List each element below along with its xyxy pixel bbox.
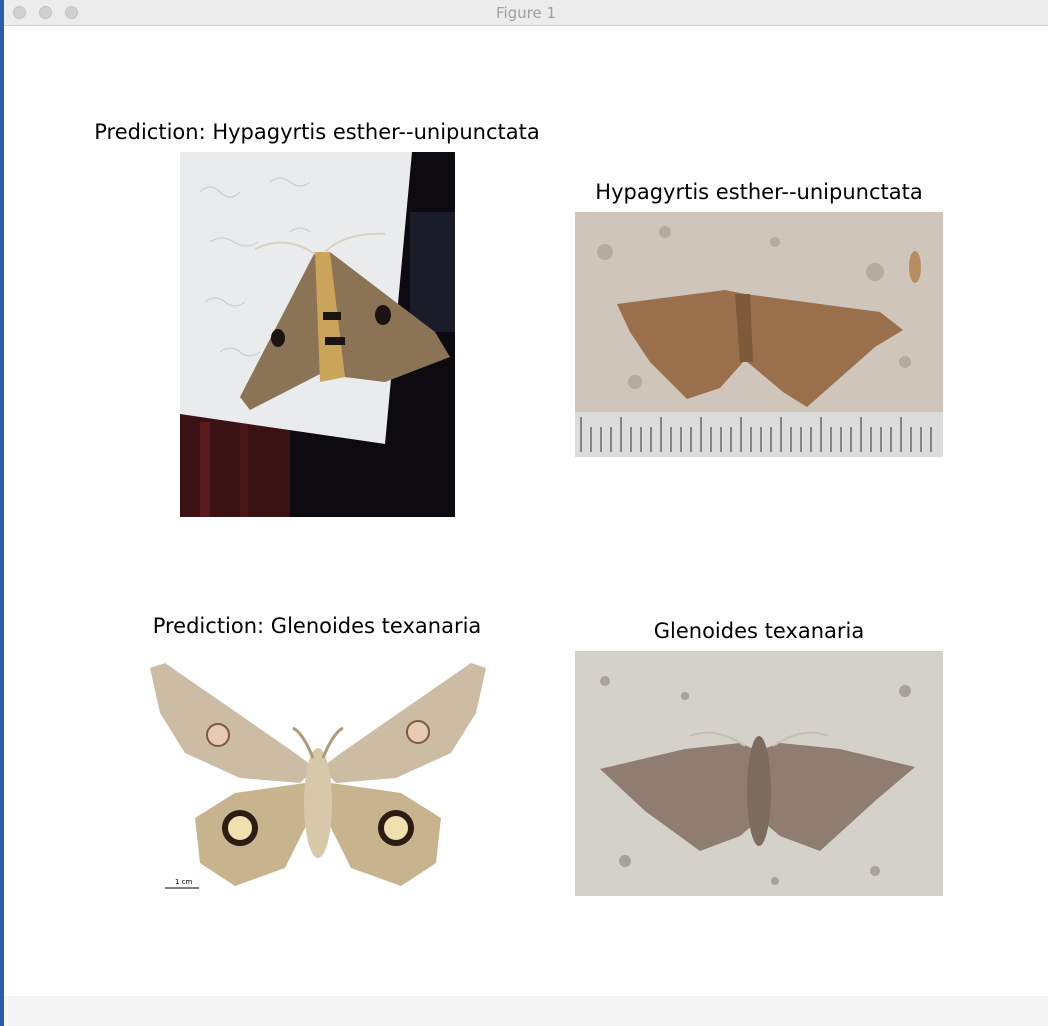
panel-1-title: Prediction: Hypagyrtis esther--unipuncta… (94, 120, 540, 144)
panel-4-image (575, 651, 943, 896)
title-bar[interactable]: Figure 1 (4, 0, 1048, 26)
figure-window: Figure 1 Prediction: Hypagyrtis esther--… (4, 0, 1048, 1026)
panel-3-image: 1 cm (145, 658, 491, 894)
window-title: Figure 1 (495, 4, 557, 22)
panel-3-title: Prediction: Glenoides texanaria (152, 614, 482, 638)
toolbar-area (4, 996, 1048, 1026)
panel-2-image (575, 212, 943, 457)
scale-bar-label: 1 cm (175, 878, 193, 886)
panel-1-image (180, 152, 455, 517)
panel-2-title: Hypagyrtis esther--unipunctata (595, 180, 923, 204)
panel-4-title: Glenoides texanaria (653, 619, 865, 643)
